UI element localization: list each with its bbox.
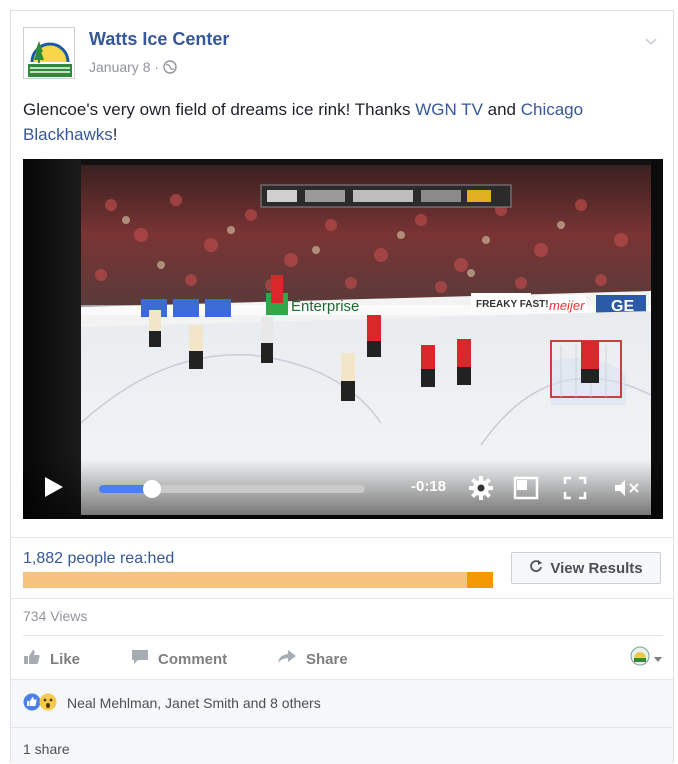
share-label: Share [306,650,348,668]
mute-icon[interactable] [613,478,643,503]
view-results-button[interactable]: View Results [511,552,661,584]
reach-bar [23,572,493,588]
like-label: Like [50,650,81,668]
audience-selector[interactable] [630,646,663,671]
globe-icon [163,60,177,74]
rink-ad-freaky-fast: FREAKY FAST! [476,299,549,310]
watts-logo-icon [24,28,74,78]
page-avatar-icon [630,646,650,671]
caret-down-icon [653,650,663,668]
wgn-tv-link[interactable]: WGN TV [415,100,483,119]
video-controls: -0:18 [23,459,663,519]
reaction-names-link[interactable]: Neal Mehlman, Janet Smith and 8 others [67,695,321,711]
share-button[interactable]: Share [277,649,348,669]
thumbs-up-icon [23,649,41,669]
share-count-link[interactable]: 1 share [23,741,70,757]
reaction-icons[interactable] [23,693,57,716]
people-reached-link[interactable]: 1,882 people rea:hed [23,550,174,568]
view-results-label: View Results [550,559,643,577]
video-progress-bar[interactable] [99,480,365,498]
comment-label: Comment [158,650,228,668]
post-meta: January 8 · [89,59,177,75]
post-date[interactable]: January 8 · [89,59,159,75]
post-text: Glencoe's very own field of dreams ice r… [23,97,663,147]
comment-button[interactable]: Comment [131,649,227,669]
chevron-down-icon[interactable] [643,33,659,49]
page-name-link[interactable]: Watts Ice Center [89,29,229,50]
refresh-icon [529,559,543,577]
like-button[interactable]: Like [23,649,80,669]
fullscreen-icon[interactable] [563,476,587,505]
settings-gear-icon[interactable] [467,474,495,507]
reactions-bar: Neal Mehlman, Janet Smith and 8 others [11,679,673,727]
reach-section: 1,882 people rea:hed View Results [11,537,673,599]
play-icon[interactable] [43,475,65,504]
post-card: Watts Ice Center January 8 · Glencoe's v… [10,10,674,764]
rink-ad-meijer: meijer [549,298,585,313]
view-count[interactable]: 734 Views [23,608,87,624]
page-logo[interactable] [23,27,75,79]
post-header: Watts Ice Center January 8 · [23,27,663,87]
post-text-mid: and [482,100,521,119]
wow-reaction-icon [39,693,57,716]
video-player[interactable]: Enterprise FREAKY FAST! meijer GE -0:18 [23,159,663,519]
video-time-remaining: -0:18 [411,478,447,495]
rink-ad-enterprise: Enterprise [291,298,359,315]
post-text-start: Glencoe's very own field of dreams ice r… [23,100,416,119]
video-scrubber-handle[interactable] [143,480,162,498]
share-arrow-icon [277,649,297,669]
post-text-end: ! [112,125,118,144]
pip-icon[interactable] [513,476,539,505]
action-bar: Like Comment Share [23,635,663,677]
reach-bar-segment [467,572,493,588]
comment-icon [131,649,149,669]
shares-row: 1 share [11,727,673,764]
